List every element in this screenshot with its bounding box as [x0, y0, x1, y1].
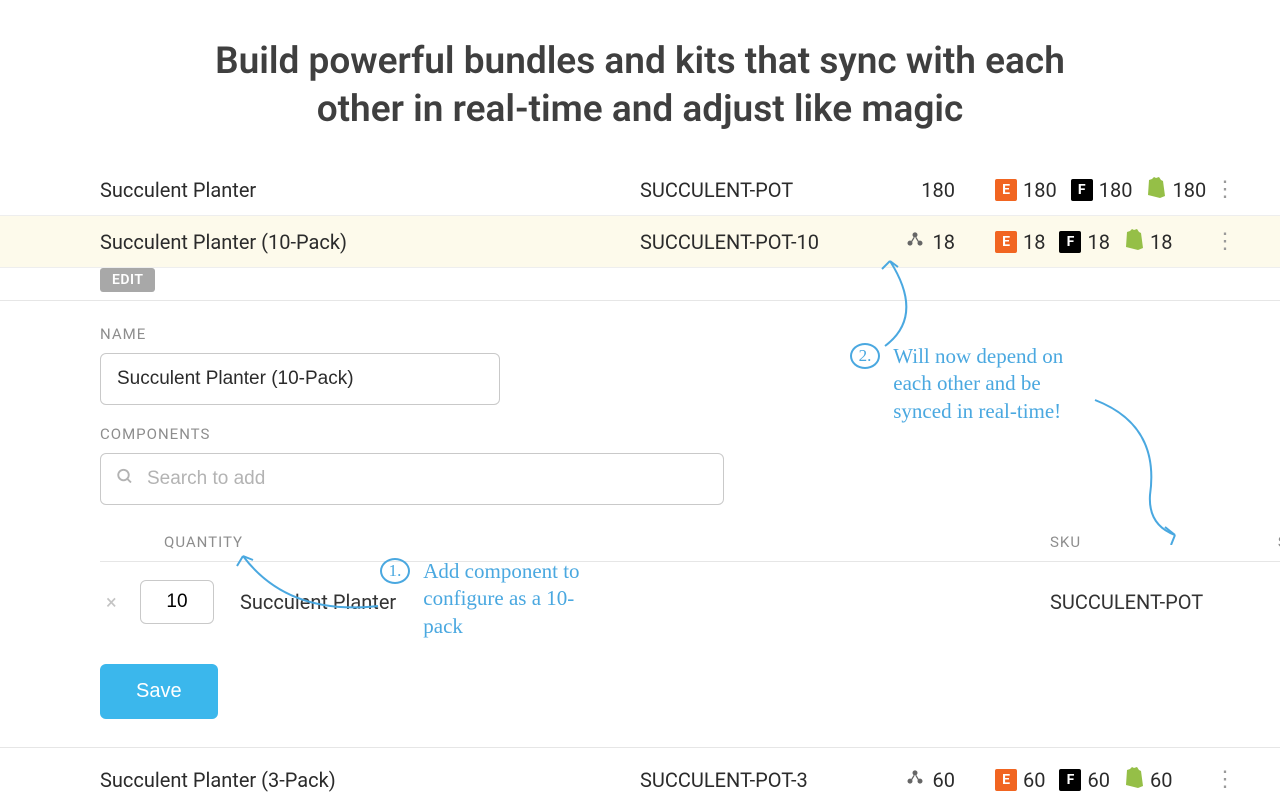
- channel-list: E60 F60 60: [955, 766, 1205, 793]
- component-search-input[interactable]: [100, 453, 724, 505]
- faire-icon: F: [1059, 769, 1081, 791]
- annotation-2: 2. Will now depend on each other and be …: [850, 343, 1103, 425]
- product-sku: SUCCULENT-POT-3: [640, 768, 855, 792]
- edit-badge: EDIT: [100, 268, 155, 292]
- etsy-icon: E: [995, 769, 1017, 791]
- product-sku: SUCCULENT-POT-10: [640, 230, 855, 254]
- product-name: Succulent Planter (3-Pack): [100, 768, 640, 792]
- product-name: Succulent Planter (10-Pack): [100, 230, 640, 254]
- quantity-input[interactable]: [140, 580, 214, 624]
- name-label: NAME: [100, 325, 1280, 343]
- shopify-icon: [1124, 766, 1144, 793]
- component-name: Succulent Planter: [240, 590, 1050, 614]
- channel-list: E18 F18 18: [955, 228, 1205, 255]
- product-row[interactable]: Succulent Planter SUCCULENT-POT 180 E180…: [100, 164, 1255, 215]
- faire-icon: F: [1071, 179, 1093, 201]
- faire-icon: F: [1059, 231, 1081, 253]
- row-menu-icon[interactable]: ⋮: [1205, 229, 1245, 254]
- product-row-selected[interactable]: Succulent Planter (10-Pack) SUCCULENT-PO…: [0, 215, 1280, 268]
- etsy-icon: E: [995, 179, 1017, 201]
- product-stock: 60: [855, 767, 955, 792]
- channel-list: E180 F180 180: [955, 176, 1205, 203]
- components-label: COMPONENTS: [100, 425, 1280, 443]
- product-stock: 18: [855, 229, 955, 254]
- shopify-icon: [1124, 228, 1144, 255]
- annotation-1: 1. Add component to configure as a 10-pa…: [380, 558, 613, 640]
- bundle-icon: [905, 229, 925, 254]
- bundle-icon: [905, 767, 925, 792]
- product-stock: 180: [855, 178, 955, 202]
- name-input[interactable]: [100, 353, 500, 405]
- remove-component-icon[interactable]: ×: [100, 590, 140, 614]
- search-icon: [116, 468, 134, 491]
- product-sku: SUCCULENT-POT: [640, 178, 855, 202]
- etsy-icon: E: [995, 231, 1017, 253]
- product-row[interactable]: Succulent Planter (3-Pack) SUCCULENT-POT…: [100, 754, 1255, 805]
- row-menu-icon[interactable]: ⋮: [1205, 767, 1245, 792]
- component-sku: SUCCULENT-POT: [1050, 590, 1250, 614]
- component-table-header: QUANTITY SKU STOCK: [100, 533, 1280, 561]
- component-stock: 180: [1250, 590, 1280, 614]
- save-button[interactable]: Save: [100, 664, 218, 719]
- shopify-icon: [1146, 176, 1166, 203]
- component-row: × Succulent Planter SUCCULENT-POT 180: [100, 561, 1280, 642]
- page-headline: Build powerful bundles and kits that syn…: [0, 0, 1280, 164]
- product-name: Succulent Planter: [100, 178, 640, 202]
- row-menu-icon[interactable]: ⋮: [1205, 177, 1245, 202]
